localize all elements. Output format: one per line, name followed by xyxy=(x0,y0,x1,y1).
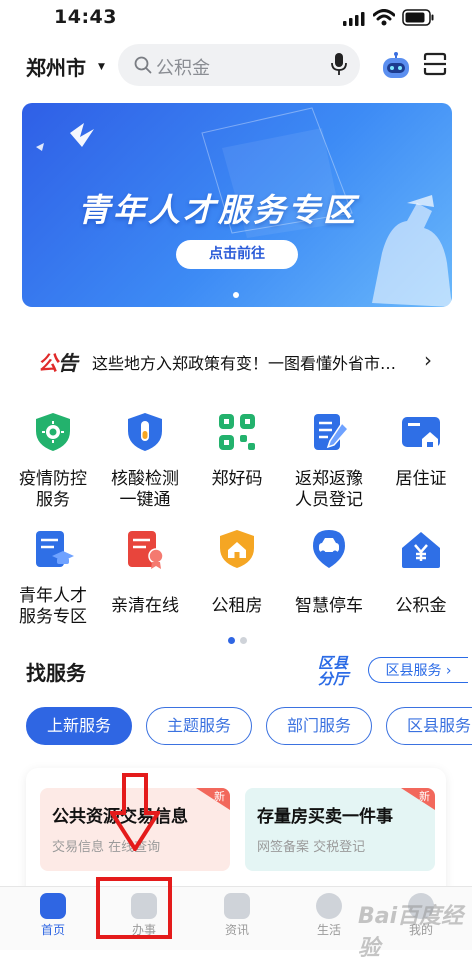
city-dropdown-caret-icon[interactable]: ▼ xyxy=(98,62,105,72)
grid-page-dot-active xyxy=(228,637,235,644)
city-selector[interactable]: 郑州市 xyxy=(26,52,86,81)
chip-district-services[interactable]: 区县服务 xyxy=(386,707,472,745)
register-pen-icon xyxy=(314,414,350,450)
grid-label: 智慧停车 xyxy=(295,596,363,616)
district-services-link[interactable]: 区县服务 › xyxy=(368,657,468,683)
grid-item-epidemic[interactable]: 疫情防控 服务 xyxy=(7,411,99,511)
banner-go-button[interactable]: 点击前往 xyxy=(176,240,298,269)
grid-item-residence-permit[interactable]: 居住证 xyxy=(375,411,467,490)
search-input[interactable]: 公积金 xyxy=(156,54,210,80)
new-badge: 新 xyxy=(401,788,435,810)
house-shield-icon xyxy=(220,530,254,568)
services-title: 找服务 xyxy=(26,661,86,685)
grid-label: 公积金 xyxy=(395,596,447,616)
watermark: Bai百度经验 xyxy=(358,904,464,961)
new-badge: 新 xyxy=(196,788,230,810)
virus-shield-icon xyxy=(36,413,70,451)
annotation-arrow-icon xyxy=(110,773,160,851)
cellular-signal-icon xyxy=(343,12,365,26)
grid-label: 亲清在线 xyxy=(111,596,179,616)
notice-tag-char-2: 告 xyxy=(58,351,78,375)
grid-label: 居住证 xyxy=(395,469,447,489)
grid-item-qinqing-online[interactable]: 亲清在线 xyxy=(99,528,191,617)
tab-life[interactable]: 生活 xyxy=(297,888,361,938)
search-icon xyxy=(134,56,152,74)
chip-department-services[interactable]: 部门服务 xyxy=(266,707,372,745)
district-hall-logo: 区县 分厅 xyxy=(318,654,349,688)
test-tube-shield-icon xyxy=(128,413,162,451)
grid-item-housing-fund[interactable]: 公积金 xyxy=(375,528,467,617)
grid-page-dot xyxy=(240,637,247,644)
grid-item-youth-talent[interactable]: 青年人才 服务专区 xyxy=(7,528,99,628)
notice-text[interactable]: 这些地方入郑政策有变！一图看懂外省市… xyxy=(92,350,427,374)
grid-label: 郑好码 xyxy=(211,469,263,489)
status-time: 14:43 xyxy=(54,6,117,28)
banner-title: 青年人才服务专区 xyxy=(78,191,359,229)
notice-arrow-icon[interactable]: › xyxy=(424,348,432,372)
assistant-robot-icon[interactable] xyxy=(380,52,412,80)
residence-card-icon xyxy=(402,417,440,447)
grid-item-nucleic-test[interactable]: 核酸检测 一键通 xyxy=(99,411,191,511)
wifi-icon xyxy=(373,9,395,26)
notice-tag: 公告 xyxy=(38,347,78,376)
home-icon xyxy=(40,893,66,919)
tab-news[interactable]: 资讯 xyxy=(205,888,269,938)
service-card-house-trade[interactable]: 存量房买卖一件事 网签备案 交税登记 新 xyxy=(245,788,435,871)
car-location-icon xyxy=(313,530,345,568)
certificate-icon xyxy=(128,531,164,569)
grid-item-return-register[interactable]: 返郑返豫 人员登记 xyxy=(283,411,375,511)
grid-label: 疫情防控 服务 xyxy=(19,469,87,510)
heart-icon xyxy=(316,893,342,919)
card-subtitle: 网签备案 交税登记 xyxy=(257,840,366,855)
microphone-icon[interactable] xyxy=(331,52,347,76)
grid-item-public-rental[interactable]: 公租房 xyxy=(191,528,283,617)
grid-label: 青年人才 服务专区 xyxy=(19,586,87,627)
grid-label: 公租房 xyxy=(211,596,263,616)
tab-home[interactable]: 首页 xyxy=(21,888,85,938)
yuan-house-icon xyxy=(402,532,440,568)
search-bar[interactable] xyxy=(118,44,360,86)
grid-label: 返郑返豫 人员登记 xyxy=(295,469,363,510)
qr-code-icon xyxy=(219,414,255,450)
notice-tag-char-1: 公 xyxy=(38,351,58,375)
grid-label: 核酸检测 一键通 xyxy=(111,469,179,510)
battery-icon xyxy=(402,9,434,26)
chip-new-services[interactable]: 上新服务 xyxy=(26,707,132,745)
banner-page-dot xyxy=(233,292,239,298)
card-title: 存量房买卖一件事 xyxy=(257,807,393,827)
news-icon xyxy=(224,893,250,919)
grid-item-zhenghao-code[interactable]: 郑好码 xyxy=(191,411,283,490)
annotation-highlight-box xyxy=(96,877,172,939)
grid-item-smart-parking[interactable]: 智慧停车 xyxy=(283,528,375,617)
chip-theme-services[interactable]: 主题服务 xyxy=(146,707,252,745)
graduation-doc-icon xyxy=(36,531,74,567)
scan-icon[interactable] xyxy=(423,52,447,76)
